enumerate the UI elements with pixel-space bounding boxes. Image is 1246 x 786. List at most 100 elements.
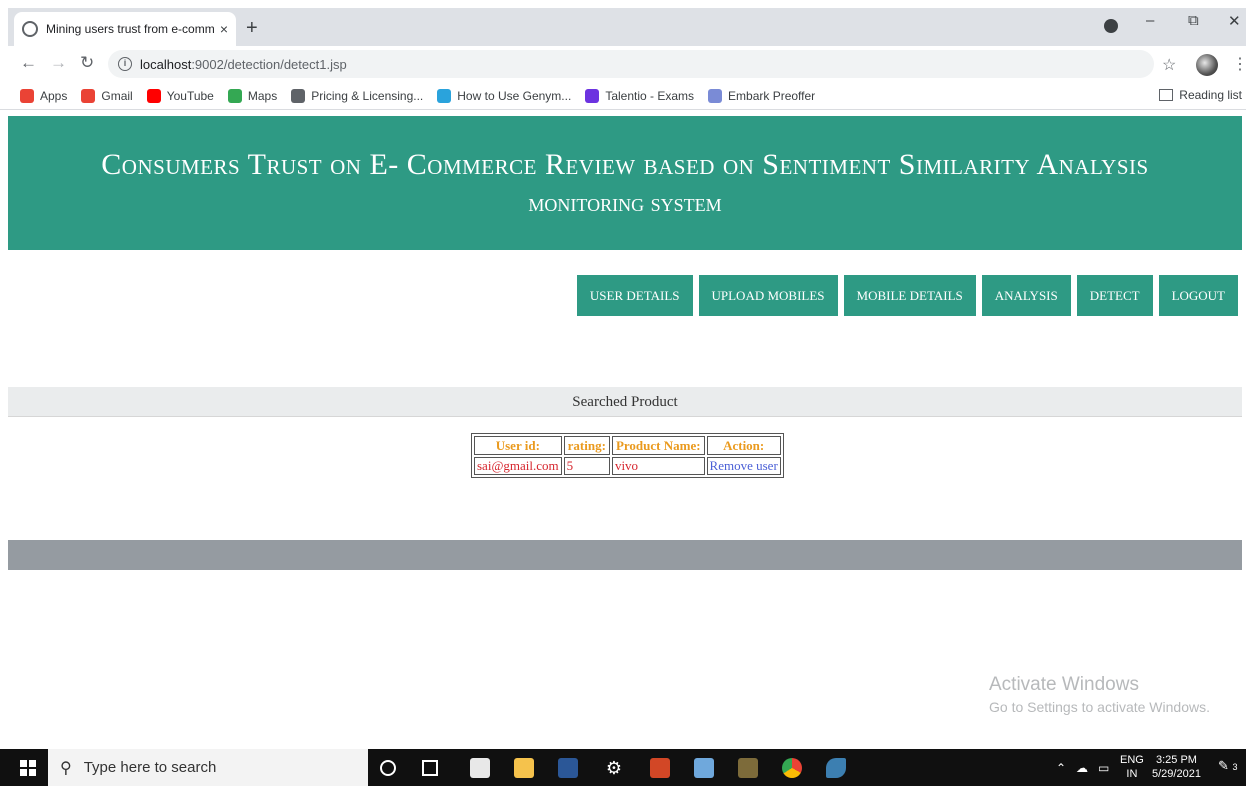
bookmark-item[interactable]: Talentio - Exams xyxy=(585,88,695,103)
dolphin-app-icon[interactable] xyxy=(826,758,846,778)
network-icon[interactable]: ☁ xyxy=(1076,761,1088,775)
windows-start-icon[interactable] xyxy=(20,760,36,776)
page-header: Consumers Trust on E- Commerce Review ba… xyxy=(8,116,1242,250)
menu-mobile-details[interactable]: MOBILE DETAILS xyxy=(843,275,976,316)
talentio-icon xyxy=(585,88,600,103)
cortana-icon[interactable] xyxy=(380,760,396,776)
app-icon[interactable] xyxy=(738,758,758,778)
windows-taskbar: ⚲ Type here to search ⚙ ⌃ ☁ ▭ ENG IN 3:2… xyxy=(0,749,1246,786)
cell-product-name: vivo xyxy=(611,457,705,475)
screen: Mining users trust from e-comm × + – ⧉ ✕… xyxy=(0,0,1246,786)
battery-icon[interactable]: ▭ xyxy=(1098,761,1109,775)
notification-count: 3 xyxy=(1232,762,1238,772)
table-header-row: User id: rating: Product Name: Action: xyxy=(474,436,781,455)
column-header-rating: rating: xyxy=(563,436,610,455)
table-row: sai@gmail.com 5 vivo Remove user xyxy=(474,457,781,475)
reading-list-button[interactable]: Reading list xyxy=(1159,88,1242,102)
language-region: IN xyxy=(1126,768,1138,780)
cell-user-id: sai@gmail.com xyxy=(474,457,562,475)
bookmark-item[interactable]: Pricing & Licensing... xyxy=(291,88,424,103)
notification-button[interactable]: ✎ 3 xyxy=(1218,759,1238,774)
browser-toolbar: ← → ↻ i localhost :9002/detection/detect… xyxy=(0,46,1246,82)
menu-logout[interactable]: LOGOUT xyxy=(1158,275,1238,316)
menu-upload-mobiles[interactable]: UPLOAD MOBILES xyxy=(698,275,838,316)
language-indicator[interactable]: ENG IN xyxy=(1120,753,1144,781)
bookmarks-bar: Apps Gmail YouTube Maps Pricing & Licensing.… xyxy=(0,82,1246,110)
language-code: ENG xyxy=(1120,754,1144,766)
tray-chevron-icon[interactable]: ⌃ xyxy=(1056,761,1066,775)
task-view-icon[interactable] xyxy=(422,760,438,776)
notification-icon: ✎ xyxy=(1218,758,1229,773)
bookmark-item[interactable]: Gmail xyxy=(81,88,133,103)
close-tab-icon[interactable]: × xyxy=(220,21,228,37)
forward-arrow-icon[interactable]: → xyxy=(50,53,67,73)
bookmark-item[interactable]: YouTube xyxy=(146,88,214,103)
watermark-subtitle: Go to Settings to activate Windows. xyxy=(989,699,1210,715)
word-icon[interactable] xyxy=(558,758,578,778)
bookmark-item[interactable]: Embark Preoffer xyxy=(708,88,816,103)
more-menu-icon[interactable]: ⋮ xyxy=(1232,54,1246,74)
window-close-icon[interactable]: ✕ xyxy=(1228,12,1241,30)
search-placeholder: Type here to search xyxy=(83,759,217,776)
column-header-action: Action: xyxy=(706,436,781,455)
maps-pin-icon xyxy=(227,88,242,103)
menu-detect[interactable]: DETECT xyxy=(1076,275,1153,316)
watermark-title: Activate Windows xyxy=(989,674,1139,695)
page-subtitle: monitoring system xyxy=(528,188,722,217)
url-path: :9002/detection/detect1.jsp xyxy=(191,56,347,72)
back-arrow-icon[interactable]: ← xyxy=(20,53,37,73)
menu-analysis[interactable]: ANALYSIS xyxy=(981,275,1071,316)
apps-grid-icon xyxy=(20,88,34,103)
page-footer xyxy=(8,540,1242,570)
clock[interactable]: 3:25 PM 5/29/2021 xyxy=(1152,753,1201,781)
taskbar-search-box[interactable]: ⚲ Type here to search xyxy=(48,749,368,786)
column-header-product-name: Product Name: xyxy=(611,436,705,455)
chrome-profile-icon[interactable] xyxy=(1104,19,1118,33)
embark-icon xyxy=(708,88,723,103)
column-header-user-id: User id: xyxy=(474,436,562,455)
chrome-icon[interactable] xyxy=(782,758,802,778)
bookmark-label: Maps xyxy=(247,88,278,103)
notepad-icon[interactable] xyxy=(694,758,714,778)
menu-user-details[interactable]: USER DETAILS xyxy=(576,275,693,316)
address-bar[interactable]: i localhost :9002/detection/detect1.jsp xyxy=(108,50,1154,78)
clock-time: 3:25 PM xyxy=(1155,754,1197,766)
bookmark-label: Gmail xyxy=(101,88,133,103)
tab-title: Mining users trust from e-comm xyxy=(46,22,215,36)
main-menu: USER DETAILS UPLOAD MOBILES MOBILE DETAI… xyxy=(576,275,1238,316)
activate-windows-watermark: Activate Windows Go to Settings to activ… xyxy=(989,673,1210,717)
youtube-icon xyxy=(146,88,161,103)
bookmark-label: Embark Preoffer xyxy=(728,88,816,103)
globe-icon xyxy=(291,88,306,103)
bookmark-item[interactable]: Apps xyxy=(20,88,68,103)
settings-gear-icon[interactable]: ⚙ xyxy=(604,758,624,778)
cell-rating: 5 xyxy=(563,457,610,475)
remove-user-link[interactable]: Remove user xyxy=(706,457,781,475)
reload-icon[interactable]: ↻ xyxy=(80,53,94,73)
genymotion-icon xyxy=(437,88,452,103)
searched-product-table: User id: rating: Product Name: Action: s… xyxy=(471,433,784,478)
restore-icon[interactable]: ⧉ xyxy=(1188,12,1199,29)
site-info-icon[interactable]: i xyxy=(118,57,132,71)
store-icon[interactable] xyxy=(470,758,490,778)
reading-list-icon xyxy=(1159,89,1174,101)
section-title: Searched Product xyxy=(8,387,1242,417)
bookmark-item[interactable]: Maps xyxy=(227,88,278,103)
bookmark-label: How to Use Genym... xyxy=(457,88,572,103)
bookmark-label: Pricing & Licensing... xyxy=(311,88,424,103)
bookmark-label: Talentio - Exams xyxy=(605,88,695,103)
bookmark-label: YouTube xyxy=(166,88,214,103)
reading-list-label: Reading list xyxy=(1179,88,1242,102)
minimize-icon[interactable]: – xyxy=(1146,12,1154,29)
url-host: localhost xyxy=(140,56,192,72)
powerpoint-icon[interactable] xyxy=(650,758,670,778)
file-explorer-icon[interactable] xyxy=(514,758,534,778)
new-tab-button[interactable]: + xyxy=(246,16,258,40)
bookmark-star-icon[interactable]: ☆ xyxy=(1162,55,1176,75)
page-title: Consumers Trust on E- Commerce Review ba… xyxy=(101,148,1149,181)
gmail-icon xyxy=(81,88,96,103)
browser-tab[interactable]: Mining users trust from e-comm × xyxy=(14,12,236,46)
bookmark-item[interactable]: How to Use Genym... xyxy=(437,88,572,103)
bookmark-label: Apps xyxy=(40,88,68,103)
avatar[interactable] xyxy=(1196,54,1218,76)
